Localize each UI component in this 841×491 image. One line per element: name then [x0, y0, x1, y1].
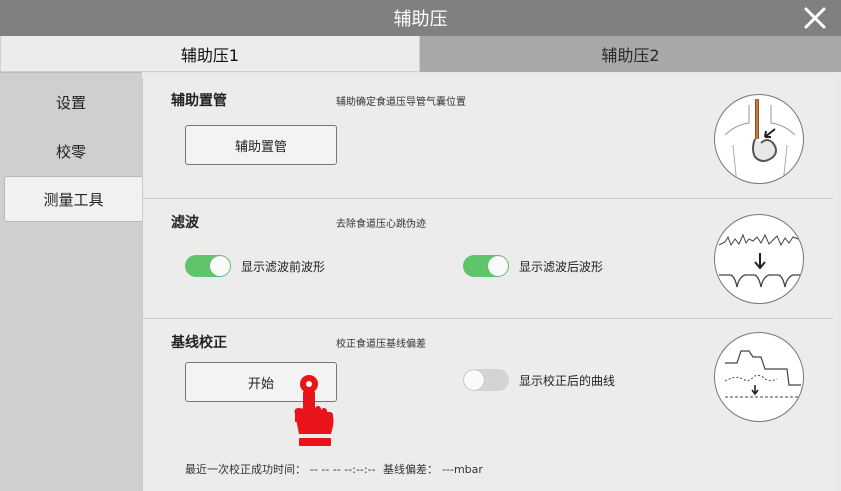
section-divider: [143, 318, 833, 319]
baseline-description: 校正食道压基线偏差: [336, 339, 426, 350]
sidebar-item-settings[interactable]: 设置: [0, 79, 142, 125]
toggle-show-after-filter[interactable]: 显示滤波后波形: [463, 255, 603, 277]
baseline-offset-label: 基线偏差：: [383, 463, 439, 476]
tab-bar: 辅助压1 辅助压2: [0, 36, 841, 72]
last-calibration-time: -- -- -- --:--:--: [310, 463, 376, 476]
stomach-catheter-illustration: [714, 94, 804, 184]
filter-description: 去除食道压心跳伪迹: [336, 219, 426, 230]
toggle-switch-after[interactable]: [463, 255, 509, 277]
placement-title: 辅助置管: [171, 93, 227, 109]
toggle-show-corrected-curve[interactable]: 显示校正后的曲线: [463, 369, 615, 391]
last-calibration-label: 最近一次校正成功时间：: [185, 463, 306, 476]
toggle-show-before-filter[interactable]: 显示滤波前波形: [185, 255, 325, 277]
baseline-offset-value: ---mbar: [442, 463, 483, 476]
placement-description: 辅助确定食道压导管气囊位置: [336, 97, 466, 108]
baseline-title: 基线校正: [171, 335, 227, 351]
title-bar: 辅助压: [0, 0, 841, 36]
hand-pointer-icon: [294, 375, 334, 446]
main-panel: 辅助置管 辅助确定食道压导管气囊位置 辅助置管 滤波 去除食道压心跳伪迹 显示滤…: [142, 78, 837, 491]
sidebar-item-zeroing[interactable]: 校零: [0, 128, 142, 174]
toggle-switch-before[interactable]: [185, 255, 231, 277]
toggle-after-label: 显示滤波后波形: [519, 259, 604, 274]
tab-assist-pressure-1[interactable]: 辅助压1: [0, 36, 420, 72]
baseline-shift-illustration: [714, 332, 804, 422]
close-icon[interactable]: [803, 6, 827, 30]
sidebar-item-measurement-tools[interactable]: 测量工具: [4, 176, 142, 222]
section-divider: [143, 198, 833, 199]
window-title: 辅助压: [393, 9, 448, 30]
toggle-before-label: 显示滤波前波形: [241, 259, 326, 274]
toggle-corrected-label: 显示校正后的曲线: [519, 373, 616, 388]
waveform-filter-illustration: [714, 214, 804, 304]
sidebar: 设置 校零 测量工具: [0, 72, 142, 491]
tab-assist-pressure-2[interactable]: 辅助压2: [420, 36, 841, 72]
calibration-footer: 最近一次校正成功时间： -- -- -- --:--:-- 基线偏差： ---mba…: [185, 461, 487, 477]
assist-placement-button[interactable]: 辅助置管: [185, 125, 337, 165]
filter-title: 滤波: [171, 215, 199, 231]
toggle-switch-corrected[interactable]: [463, 369, 509, 391]
